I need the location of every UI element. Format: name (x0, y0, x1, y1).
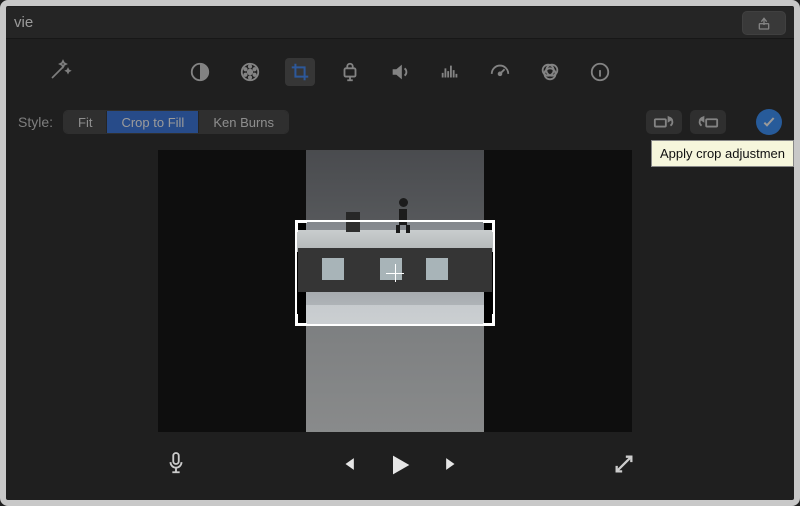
next-frame-button[interactable] (442, 454, 462, 477)
rotate-ccw-button[interactable] (646, 110, 682, 134)
previous-frame-button[interactable] (338, 454, 358, 477)
menubar: vie (0, 7, 800, 39)
style-option-ken-burns[interactable]: Ken Burns (198, 111, 288, 133)
style-label: Style: (18, 114, 53, 130)
crop-icon[interactable] (285, 58, 315, 86)
clip-content (306, 150, 484, 432)
style-segmented-control: Fit Crop to Fill Ken Burns (63, 110, 289, 134)
color-balance-icon[interactable] (185, 58, 215, 86)
app-title: vie (14, 14, 33, 31)
crop-style-row: Style: Fit Crop to Fill Ken Burns (18, 106, 782, 138)
info-icon[interactable] (585, 58, 615, 86)
volume-icon[interactable] (385, 58, 415, 86)
stabilization-icon[interactable] (335, 58, 365, 86)
adjustments-toolbar (0, 50, 800, 94)
noise-eq-icon[interactable] (435, 58, 465, 86)
style-option-crop-to-fill[interactable]: Crop to Fill (106, 111, 198, 133)
color-wheel-icon[interactable] (235, 58, 265, 86)
play-button[interactable] (386, 451, 414, 479)
preview-viewer[interactable] (158, 150, 632, 432)
share-button[interactable] (742, 11, 786, 35)
speed-icon[interactable] (485, 58, 515, 86)
fullscreen-button[interactable] (613, 453, 635, 478)
voiceover-record-button[interactable] (165, 451, 187, 480)
apply-crop-tooltip: Apply crop adjustmen (651, 140, 794, 167)
auto-enhance-icon[interactable] (48, 58, 72, 88)
apply-crop-button[interactable] (756, 109, 782, 135)
rotate-cw-button[interactable] (690, 110, 726, 134)
color-filters-icon[interactable] (535, 58, 565, 86)
crop-handle-br[interactable] (483, 314, 495, 326)
style-option-fit[interactable]: Fit (64, 111, 106, 133)
transport-controls (0, 440, 800, 490)
